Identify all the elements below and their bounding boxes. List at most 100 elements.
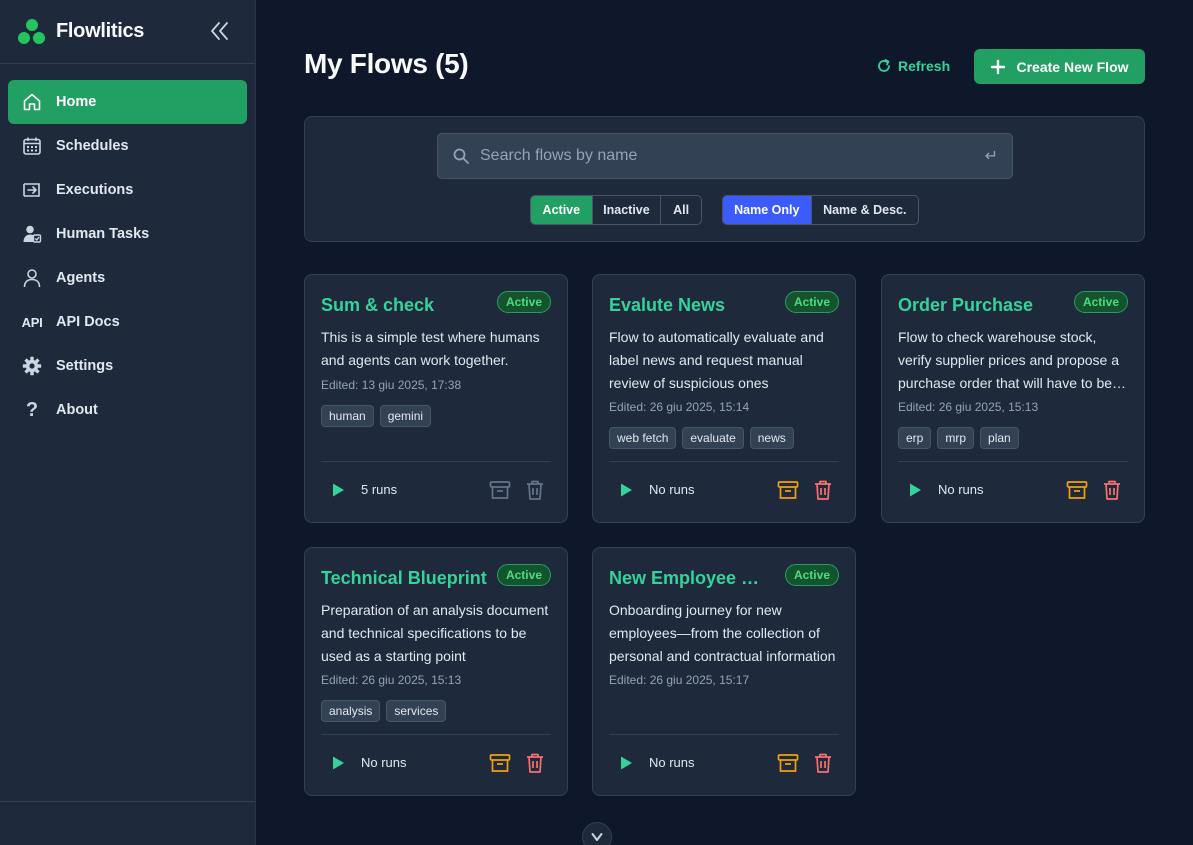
status-badge: Active: [1073, 291, 1128, 313]
archive-icon[interactable]: [1066, 479, 1088, 501]
sidebar-item-executions[interactable]: Executions: [8, 168, 247, 212]
run-flow-play-icon[interactable]: [617, 481, 635, 499]
search-input[interactable]: [480, 147, 977, 165]
sidebar-item-label: Executions: [56, 182, 134, 198]
run-flow-play-icon[interactable]: [617, 754, 635, 772]
scroll-down-button[interactable]: [582, 822, 612, 845]
sidebar-item-about[interactable]: ? About: [8, 388, 247, 432]
flow-title[interactable]: Technical Blueprint: [321, 568, 487, 589]
tag: news: [749, 427, 794, 449]
search-scope-group: Name Only Name & Desc.: [722, 195, 919, 225]
sidebar-item-schedules[interactable]: Schedules: [8, 124, 247, 168]
trash-icon[interactable]: [813, 752, 833, 774]
sidebar-nav: Home Schedules Executions Human Tasks Ag…: [0, 64, 255, 448]
flow-description: Flow to automatically evaluate and label…: [609, 329, 824, 391]
card-divider: [898, 461, 1128, 462]
flow-title[interactable]: Order Purchase: [898, 295, 1033, 316]
run-count: No runs: [649, 755, 695, 770]
run-count: No runs: [361, 755, 407, 770]
main-content: My Flows (5) Refresh Create New Flow ↵ A…: [256, 0, 1193, 845]
search-icon: [453, 148, 469, 164]
sidebar: Flowlitics Home Schedules Executions Hum…: [0, 0, 256, 845]
filter-panel: ↵ Active Inactive All Name Only Name & D…: [304, 116, 1145, 242]
trash-icon[interactable]: [525, 752, 545, 774]
flow-card[interactable]: Technical Blueprint Active Preparation o…: [304, 547, 568, 796]
scope-name-only-button[interactable]: Name Only: [723, 196, 812, 224]
scope-name-desc-button[interactable]: Name & Desc.: [812, 196, 918, 224]
question-icon: ?: [25, 398, 39, 421]
flow-title[interactable]: Evalute News: [609, 295, 725, 316]
flow-title[interactable]: New Employee Onboarding: [609, 568, 765, 589]
trash-icon[interactable]: [1102, 479, 1122, 501]
flow-tags: erp mrp plan: [898, 427, 1019, 449]
card-divider: [321, 461, 551, 462]
archive-icon[interactable]: [489, 752, 511, 774]
flow-tags: web fetch evaluate news: [609, 427, 794, 449]
filter-all-button[interactable]: All: [661, 196, 701, 224]
brand-header: Flowlitics: [0, 0, 255, 64]
flow-description: Onboarding journey for new employees—fro…: [609, 602, 836, 664]
flow-card[interactable]: Evalute News Active Flow to automaticall…: [592, 274, 856, 523]
archive-icon[interactable]: [489, 479, 511, 501]
status-filter-group: Active Inactive All: [530, 195, 702, 225]
flow-tags: analysis services: [321, 700, 447, 722]
trash-icon[interactable]: [525, 479, 545, 501]
sidebar-item-label: Human Tasks: [56, 226, 150, 242]
api-icon: API: [21, 314, 43, 330]
tag: web fetch: [609, 427, 677, 449]
flow-tags: human gemini: [321, 405, 432, 427]
flow-card[interactable]: New Employee Onboarding Active Onboardin…: [592, 547, 856, 796]
refresh-button[interactable]: Refresh: [876, 50, 950, 82]
user-check-icon: [22, 224, 42, 244]
flow-edited-date: Edited: 26 giu 2025, 15:13: [898, 400, 1039, 414]
refresh-icon: [878, 59, 890, 72]
refresh-label: Refresh: [898, 58, 951, 74]
flow-card[interactable]: Sum & check Active This is a simple test…: [304, 274, 568, 523]
run-flow-play-icon[interactable]: [329, 754, 347, 772]
flow-edited-date: Edited: 13 giu 2025, 17:38: [321, 378, 462, 392]
status-badge: Active: [784, 564, 839, 586]
flow-edited-date: Edited: 26 giu 2025, 15:17: [609, 673, 750, 687]
plus-icon: [991, 59, 1006, 74]
create-new-flow-button[interactable]: Create New Flow: [974, 49, 1145, 84]
flow-edited-date: Edited: 26 giu 2025, 15:13: [321, 673, 462, 687]
collapse-sidebar-button[interactable]: [209, 20, 229, 42]
status-badge: Active: [496, 564, 551, 586]
gear-icon: [22, 356, 42, 376]
flow-title[interactable]: Sum & check: [321, 295, 434, 316]
flow-description: Flow to check warehouse stock, verify su…: [898, 329, 1120, 391]
archive-icon[interactable]: [777, 479, 799, 501]
status-badge: Active: [784, 291, 839, 313]
tag: human: [321, 405, 374, 427]
app-name: Flowlitics: [56, 20, 145, 42]
sidebar-item-home[interactable]: Home: [8, 80, 247, 124]
trash-icon[interactable]: [813, 479, 833, 501]
flowlitics-logo-icon: [18, 18, 46, 45]
sidebar-item-label: Agents: [56, 270, 106, 286]
run-flow-play-icon[interactable]: [329, 481, 347, 499]
sidebar-item-human-tasks[interactable]: Human Tasks: [8, 212, 247, 256]
sidebar-footer-divider: [0, 801, 255, 802]
flow-card[interactable]: Order Purchase Active Flow to check ware…: [881, 274, 1145, 523]
card-divider: [321, 734, 551, 735]
card-divider: [609, 461, 839, 462]
home-icon: [22, 92, 42, 112]
archive-icon[interactable]: [777, 752, 799, 774]
sidebar-item-api-docs[interactable]: API API Docs: [8, 300, 247, 344]
filter-active-button[interactable]: Active: [531, 196, 593, 224]
sidebar-item-agents[interactable]: Agents: [8, 256, 247, 300]
sidebar-item-label: Home: [56, 94, 97, 110]
page-title: My Flows (5): [304, 48, 469, 79]
sidebar-item-settings[interactable]: Settings: [8, 344, 247, 388]
run-count: No runs: [649, 482, 695, 497]
run-count: 5 runs: [361, 482, 398, 497]
create-flow-label: Create New Flow: [1016, 58, 1129, 75]
enter-key-icon: ↵: [984, 148, 998, 165]
calendar-icon: [22, 136, 42, 156]
flow-edited-date: Edited: 26 giu 2025, 15:14: [609, 400, 750, 414]
user-icon: [22, 268, 42, 288]
filter-inactive-button[interactable]: Inactive: [593, 196, 662, 224]
flow-description: Preparation of an analysis document and …: [321, 602, 549, 664]
tag: mrp: [937, 427, 975, 449]
run-flow-play-icon[interactable]: [906, 481, 924, 499]
